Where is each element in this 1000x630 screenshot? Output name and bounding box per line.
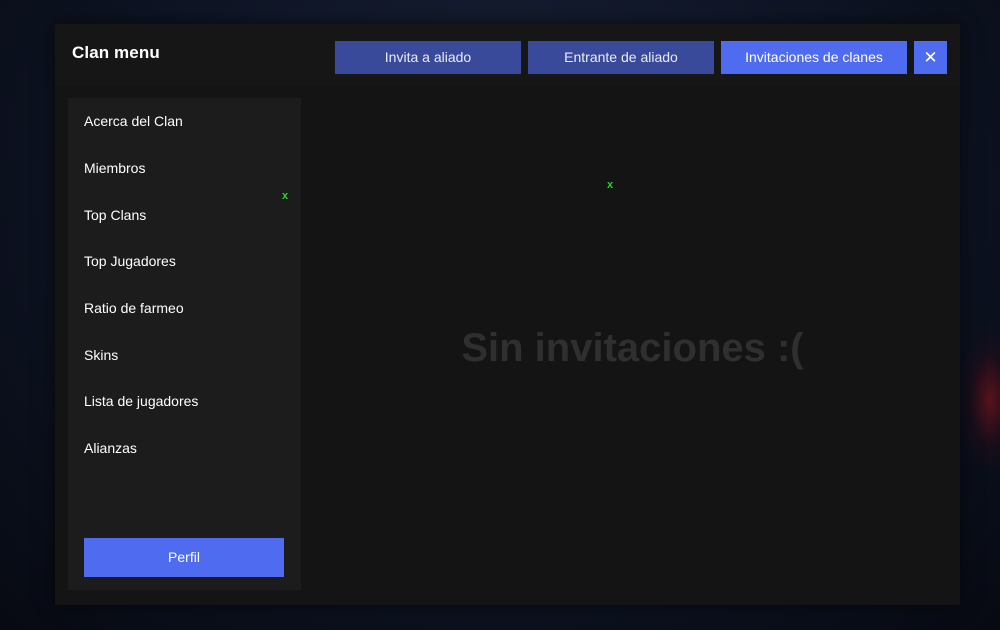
sidebar: Acerca del Clan Miembros Top Clans Top J… <box>68 98 301 590</box>
sidebar-item-alliances[interactable]: Alianzas <box>84 440 137 456</box>
close-icon: ✕ <box>923 48 938 67</box>
background-glow <box>960 330 1000 470</box>
close-button[interactable]: ✕ <box>914 41 947 74</box>
tab-clan-invitations[interactable]: Invitaciones de clanes <box>721 41 907 74</box>
window-header: Clan menu Invita a aliado Entrante de al… <box>55 24 960 86</box>
sidebar-item-top-players[interactable]: Top Jugadores <box>84 253 176 269</box>
sidebar-item-farm-ratio[interactable]: Ratio de farmeo <box>84 300 184 316</box>
clan-menu-window: Clan menu Invita a aliado Entrante de al… <box>55 24 960 605</box>
debug-marker: x <box>282 190 289 202</box>
sidebar-item-player-list[interactable]: Lista de jugadores <box>84 393 198 409</box>
window-title: Clan menu <box>72 43 160 62</box>
debug-marker: x <box>607 179 614 191</box>
sidebar-item-top-clans[interactable]: Top Clans <box>84 207 146 223</box>
tab-incoming-ally[interactable]: Entrante de aliado <box>528 41 714 74</box>
empty-state-message: Sin invitaciones :( <box>461 326 804 370</box>
sidebar-item-members[interactable]: Miembros <box>84 160 145 176</box>
sidebar-item-skins[interactable]: Skins <box>84 347 118 363</box>
sidebar-item-about-clan[interactable]: Acerca del Clan <box>84 113 183 129</box>
profile-button[interactable]: Perfil <box>84 538 284 577</box>
tab-invite-ally[interactable]: Invita a aliado <box>335 41 521 74</box>
